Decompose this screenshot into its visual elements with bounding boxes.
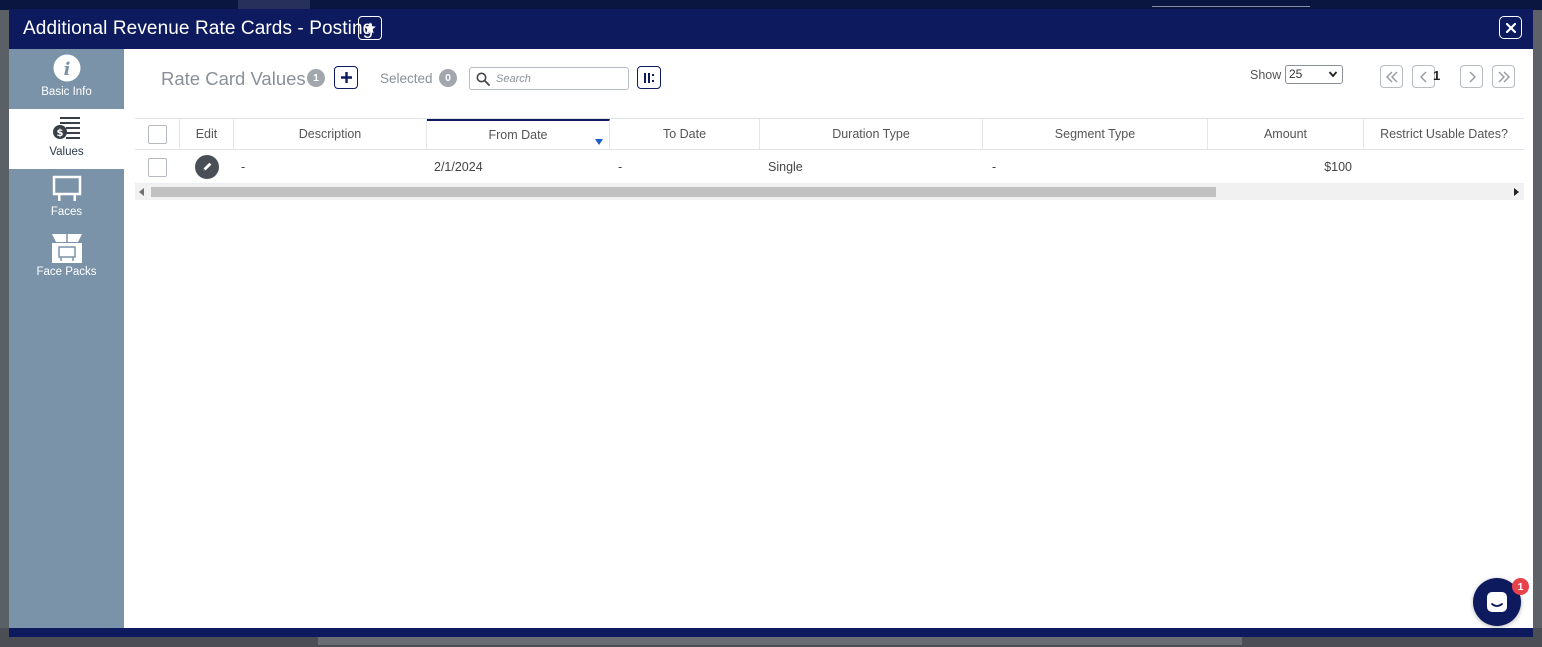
column-header-amount[interactable]: Amount	[1208, 119, 1364, 149]
money-list-icon: $	[52, 117, 80, 139]
sidebar-item-basic-info[interactable]: i Basic Info	[9, 49, 124, 109]
sidebar-item-face-packs[interactable]: Face Packs	[9, 229, 124, 289]
svg-text:$: $	[56, 128, 63, 139]
sidebar-item-label: Face Packs	[36, 266, 97, 278]
cell-restrict-usable-dates	[1371, 150, 1521, 184]
next-page-button[interactable]	[1460, 65, 1483, 88]
svg-text:i: i	[63, 59, 70, 80]
column-header-to-date[interactable]: To Date	[610, 119, 760, 149]
column-chooser-button[interactable]	[637, 66, 661, 89]
first-page-button[interactable]	[1380, 65, 1403, 88]
cell-amount: $100	[1324, 160, 1352, 174]
star-icon	[364, 22, 376, 34]
column-header-edit[interactable]: Edit	[180, 119, 234, 149]
page-size-select[interactable]: 25	[1285, 65, 1343, 84]
selected-label: Selected	[380, 71, 433, 86]
page-size-label: Show	[1250, 68, 1282, 82]
column-header-duration-type[interactable]: Duration Type	[760, 119, 983, 149]
rate-card-values-title: Rate Card Values	[161, 68, 306, 89]
column-header-label: From Date	[488, 128, 548, 142]
row-select-cell	[135, 150, 180, 184]
selected-count-badge: 0	[439, 69, 457, 87]
table-row: - 2/1/2024 - Single - $100	[135, 150, 1524, 184]
billboard-icon	[52, 175, 81, 201]
chevron-down-icon	[1328, 71, 1338, 78]
sidebar-item-label: Values	[49, 146, 84, 158]
columns-icon	[643, 72, 654, 83]
scroll-left-icon[interactable]	[139, 188, 145, 196]
pencil-icon	[203, 162, 212, 171]
cell-segment-type: -	[992, 160, 997, 174]
background-scrollbar	[318, 636, 1242, 645]
rate-card-modal: Additional Revenue Rate Cards - Posting …	[9, 9, 1533, 637]
scrollbar-thumb[interactable]	[151, 187, 1216, 197]
cell-from-date: 2/1/2024	[434, 160, 483, 174]
column-header-restrict-usable-dates[interactable]: Restrict Usable Dates?	[1364, 119, 1524, 149]
search-icon	[476, 72, 490, 86]
search-input[interactable]	[496, 70, 624, 87]
select-all-cell	[135, 119, 180, 149]
values-count-badge: 1	[307, 69, 325, 87]
modal-sidebar: i Basic Info $ Values Faces Face Packs	[9, 49, 124, 628]
cell-description: -	[241, 160, 246, 174]
background-overlay	[1533, 10, 1542, 628]
prev-page-button[interactable]	[1412, 65, 1435, 88]
chevron-left-icon	[1419, 71, 1426, 82]
edit-row-button[interactable]	[195, 155, 219, 179]
cell-to-date: -	[618, 160, 623, 174]
face-pack-icon	[51, 234, 82, 263]
plus-icon	[340, 72, 352, 83]
chat-icon	[1487, 592, 1507, 612]
values-panel: Rate Card Values 1 Selected 0 Show 25	[124, 49, 1533, 628]
modal-title: Additional Revenue Rate Cards - Posting	[23, 18, 374, 39]
table-horizontal-scrollbar[interactable]	[135, 184, 1524, 200]
chevron-right-icon	[1469, 71, 1476, 82]
table-header: Edit Description From Date To Date Durat…	[135, 118, 1524, 150]
chat-notification-badge: 1	[1512, 578, 1529, 595]
modal-footer	[9, 628, 1533, 637]
scroll-right-icon[interactable]	[1513, 188, 1519, 196]
close-icon	[1505, 22, 1516, 33]
cell-duration-type: Single	[768, 160, 803, 174]
sidebar-item-faces[interactable]: Faces	[9, 169, 124, 229]
add-value-button[interactable]	[334, 66, 358, 89]
close-modal-button[interactable]	[1499, 16, 1522, 39]
column-header-segment-type[interactable]: Segment Type	[983, 119, 1208, 149]
row-checkbox[interactable]	[148, 157, 167, 177]
sidebar-item-label: Basic Info	[41, 86, 92, 98]
sidebar-item-values[interactable]: $ Values	[9, 109, 124, 169]
sort-descending-icon	[595, 139, 603, 145]
favorite-button[interactable]	[358, 16, 382, 40]
page-size-value: 25	[1289, 67, 1303, 81]
column-header-description[interactable]: Description	[234, 119, 427, 149]
row-edit-cell	[180, 150, 234, 184]
current-page-number: 1	[1433, 68, 1441, 83]
sidebar-item-label: Faces	[50, 206, 83, 218]
info-icon: i	[53, 54, 80, 82]
modal-header: Additional Revenue Rate Cards - Posting	[9, 9, 1533, 49]
column-header-from-date[interactable]: From Date	[427, 119, 610, 149]
double-chevron-left-icon	[1385, 71, 1397, 82]
search-box	[469, 67, 629, 90]
select-all-checkbox[interactable]	[147, 124, 167, 144]
last-page-button[interactable]	[1492, 65, 1515, 88]
double-chevron-right-icon	[1498, 71, 1510, 82]
